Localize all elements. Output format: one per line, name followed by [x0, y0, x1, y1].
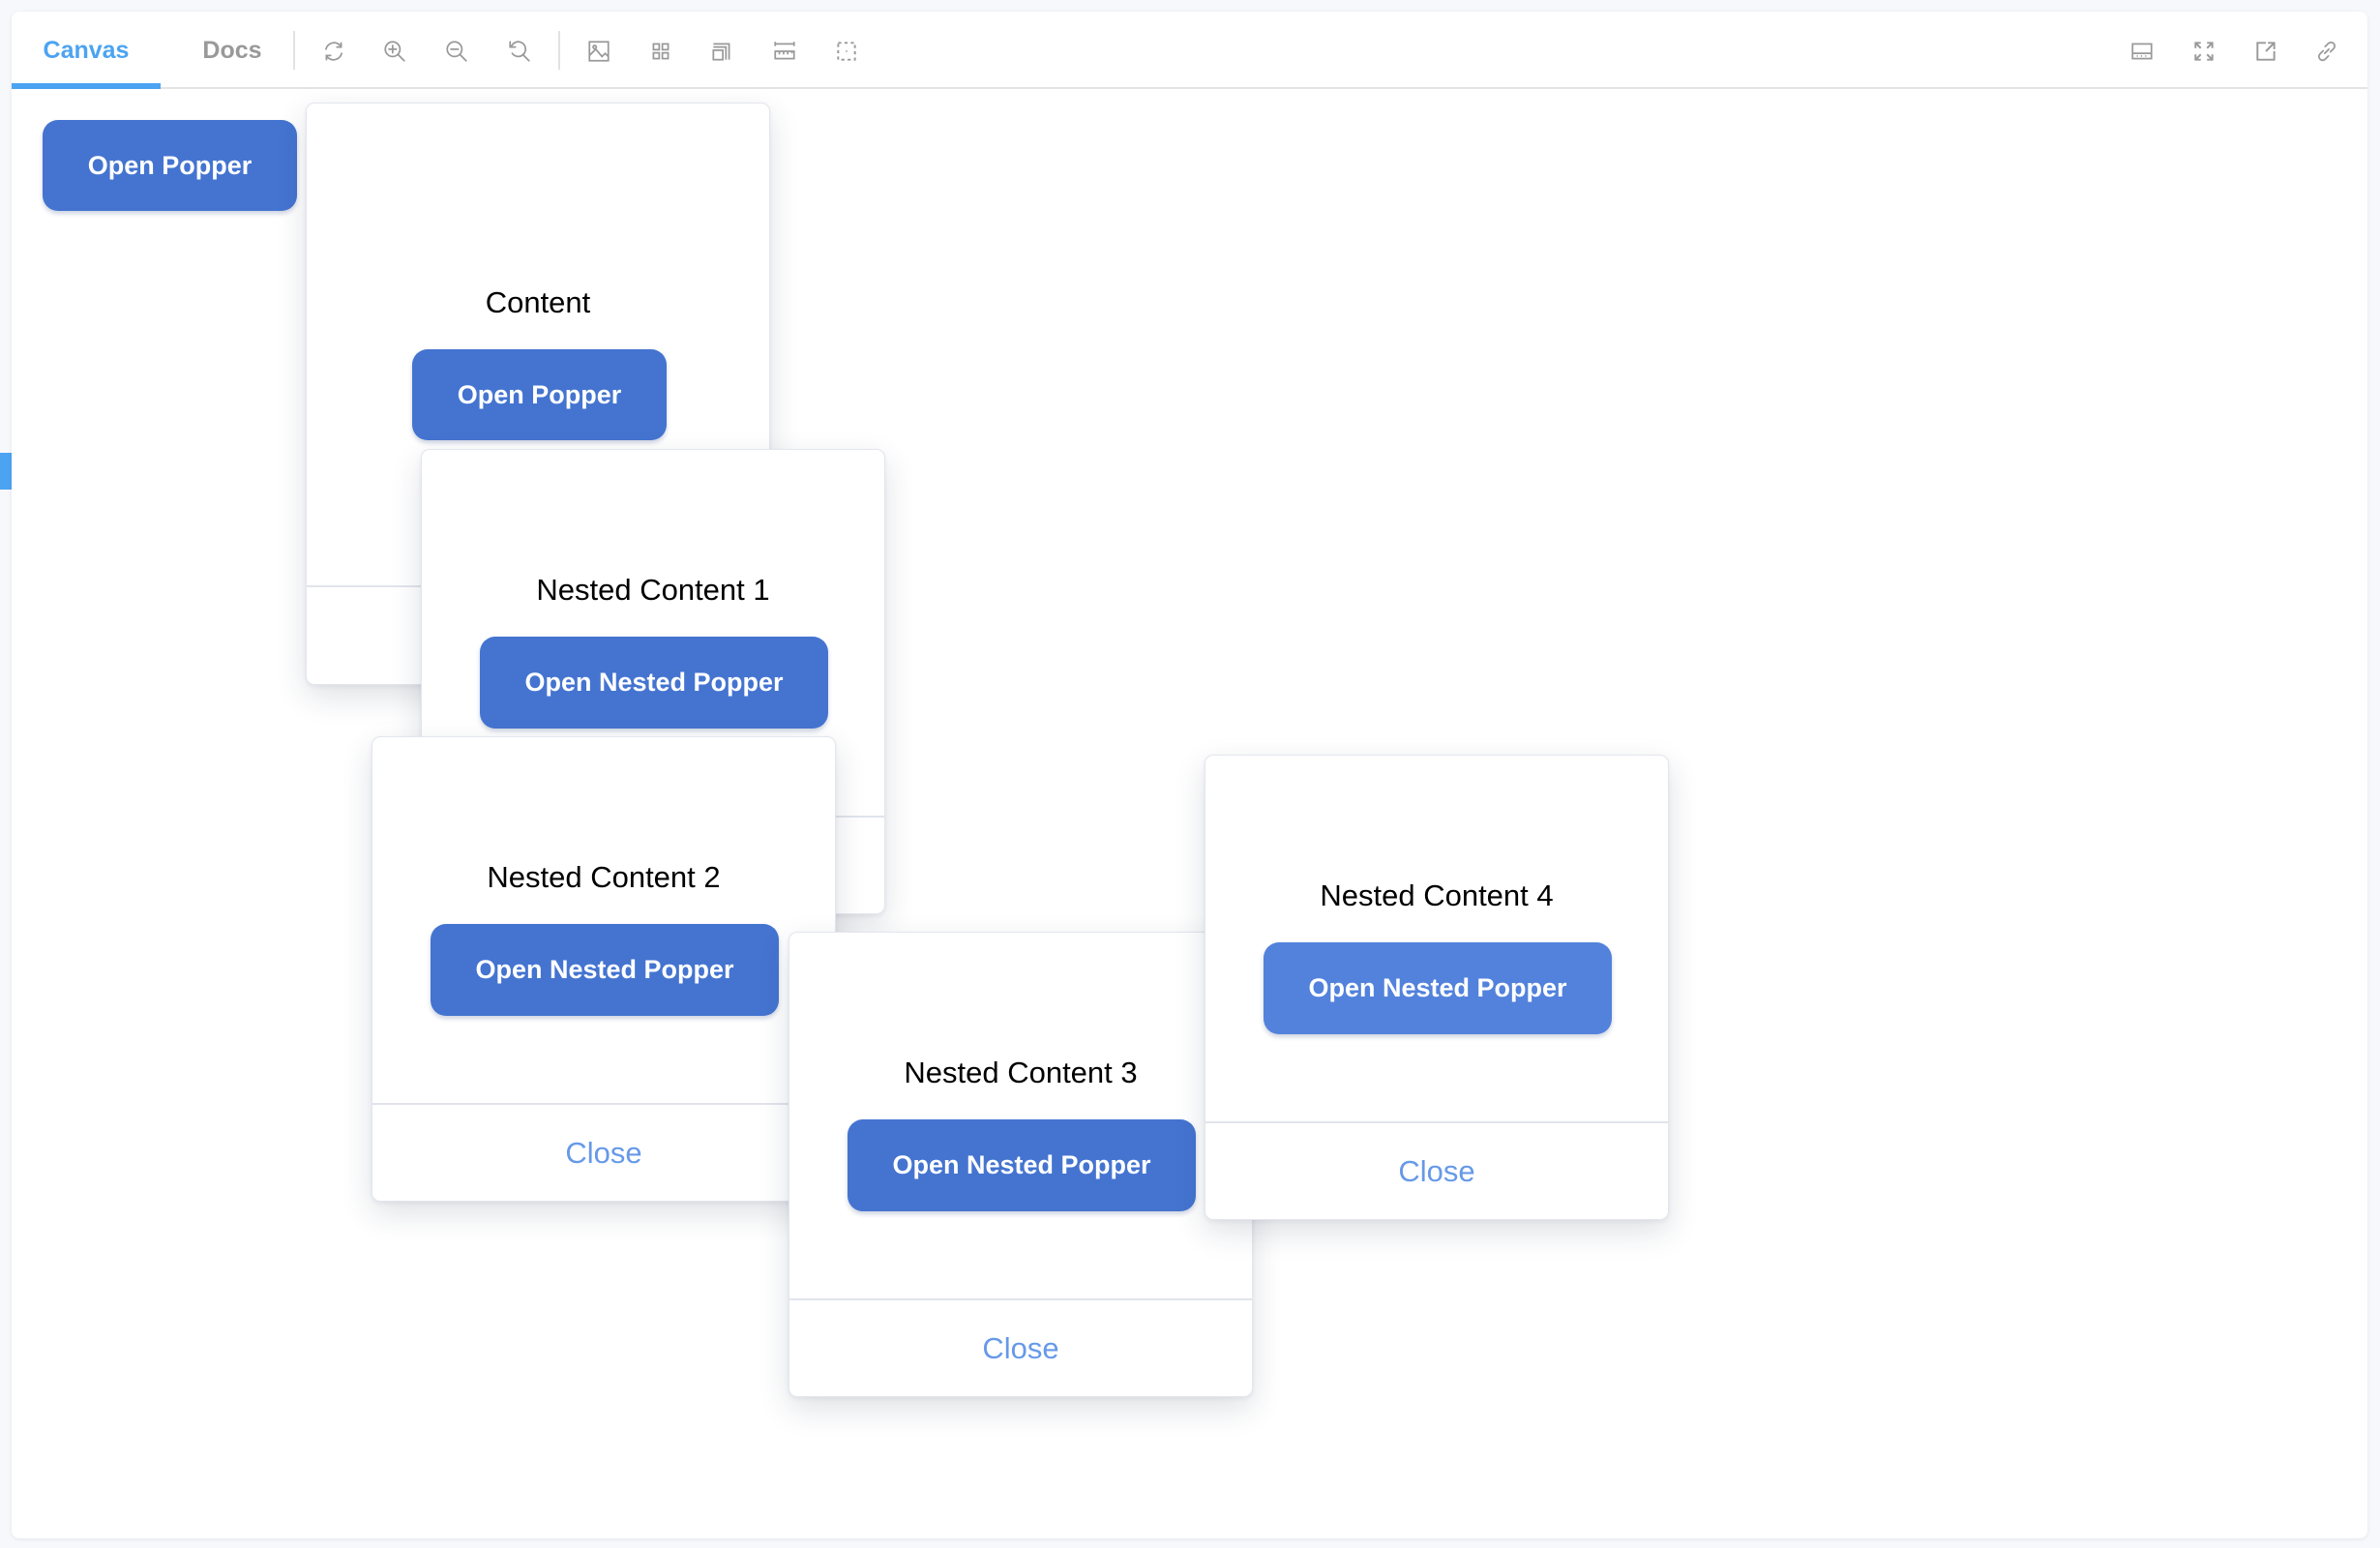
sidebar-resize-handle[interactable] [0, 453, 12, 490]
open-new-tab-icon[interactable] [2253, 39, 2278, 64]
open-nested-popper-button[interactable]: Open Nested Popper [1264, 942, 1612, 1034]
toolbar-divider [558, 31, 560, 70]
open-popper-button[interactable]: Open Popper [412, 349, 667, 440]
copy-link-icon[interactable] [2314, 39, 2339, 64]
popper-divider [1205, 1121, 1668, 1123]
reload-icon[interactable] [321, 39, 346, 64]
popper-content-text: Nested Content 1 [536, 573, 770, 607]
nested-popper: Nested Content 4 Open Nested Popper Clos… [1205, 755, 1669, 1220]
close-button[interactable]: Close [1205, 1154, 1668, 1189]
viewport-dashed-icon[interactable] [834, 39, 859, 64]
nested-popper: Nested Content 2 Open Nested Popper Clos… [372, 736, 836, 1202]
nested-popper: Nested Content 3 Open Nested Popper Clos… [788, 932, 1253, 1397]
zoom-out-icon[interactable] [444, 39, 469, 64]
preview-frame: Canvas Docs Open Popper Content Open Pop… [12, 12, 2367, 1538]
popper-content-text: Nested Content 3 [904, 1056, 1138, 1089]
panel-toggle-icon[interactable] [2129, 39, 2155, 64]
toolbar: Canvas Docs [12, 12, 2367, 89]
popper-content-text: Content [485, 285, 591, 319]
popper-content-text: Nested Content 4 [1320, 878, 1554, 912]
fullscreen-icon[interactable] [2191, 39, 2216, 64]
close-button[interactable]: Close [789, 1331, 1252, 1366]
open-nested-popper-button[interactable]: Open Nested Popper [480, 637, 828, 729]
background-image-icon[interactable] [586, 39, 611, 64]
tab-docs[interactable]: Docs [174, 12, 290, 87]
open-nested-popper-button[interactable]: Open Nested Popper [431, 924, 779, 1016]
tab-canvas[interactable]: Canvas [12, 12, 161, 89]
outline-icon[interactable] [709, 39, 734, 64]
zoom-reset-icon[interactable] [507, 39, 532, 64]
zoom-in-icon[interactable] [382, 39, 407, 64]
open-popper-button[interactable]: Open Popper [43, 120, 297, 211]
toolbar-divider [293, 31, 295, 70]
open-nested-popper-button[interactable]: Open Nested Popper [848, 1119, 1196, 1211]
close-button[interactable]: Close [372, 1136, 835, 1171]
measure-ruler-icon[interactable] [772, 39, 797, 64]
grid-icon[interactable] [648, 39, 673, 64]
popper-divider [372, 1103, 835, 1105]
popper-divider [789, 1298, 1252, 1300]
popper-content-text: Nested Content 2 [487, 860, 721, 894]
